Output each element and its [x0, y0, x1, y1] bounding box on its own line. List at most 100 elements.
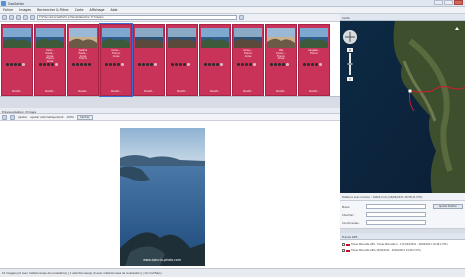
folder-path-field[interactable]: C:\France\Corse\Porto à Piana\Sélection … — [37, 15, 237, 20]
star-icon[interactable] — [51, 63, 54, 66]
sort-icon[interactable] — [30, 15, 35, 20]
rating-stars[interactable] — [204, 63, 228, 66]
auto-adjust-option[interactable]: Ajuster automatiquement — [30, 116, 63, 119]
star-icon[interactable] — [253, 63, 256, 66]
rating-stars[interactable] — [270, 63, 294, 66]
go-icon[interactable] — [239, 15, 244, 20]
star-icon[interactable] — [105, 63, 108, 66]
star-icon[interactable] — [109, 63, 112, 66]
thumbnail-item[interactable]: Galéria Haute... Corse France PanoM... — [67, 24, 99, 96]
star-icon[interactable] — [286, 63, 289, 66]
star-icon[interactable] — [212, 63, 215, 66]
star-icon[interactable] — [270, 63, 273, 66]
menu-carte[interactable]: Carte — [75, 8, 84, 12]
refresh-icon[interactable] — [9, 15, 14, 20]
search-input[interactable] — [366, 212, 426, 217]
star-icon[interactable] — [245, 63, 248, 66]
back-icon[interactable] — [2, 114, 7, 120]
star-icon[interactable] — [179, 63, 182, 66]
thumbnail-item[interactable]: Calvi... Haute... Corse France Corse Pano… — [34, 24, 66, 96]
menu-aide[interactable]: Aide — [110, 8, 117, 12]
menu-images[interactable]: Images — [19, 8, 31, 12]
rating-stars[interactable] — [39, 63, 63, 66]
thumbnail-item[interactable]: Cargèse... France PanoM... — [298, 24, 330, 96]
star-icon[interactable] — [18, 63, 21, 66]
star-icon[interactable] — [187, 63, 190, 66]
star-icon[interactable] — [22, 63, 25, 66]
rating-stars[interactable] — [303, 63, 327, 66]
gps-track-item[interactable]: Traces Manuelle GPS - Traces Manuelle 1 … — [342, 242, 463, 247]
star-icon[interactable] — [88, 63, 91, 66]
star-icon[interactable] — [315, 63, 318, 66]
menu-fichier[interactable]: Fichier — [3, 8, 13, 12]
star-icon[interactable] — [154, 63, 157, 66]
star-icon[interactable] — [241, 63, 244, 66]
rating-stars[interactable] — [105, 63, 129, 66]
star-icon[interactable] — [216, 63, 219, 66]
star-icon[interactable] — [171, 63, 174, 66]
rating-stars[interactable] — [6, 63, 30, 66]
star-icon[interactable] — [47, 63, 50, 66]
minimize-button[interactable] — [434, 0, 443, 5]
rating-stars[interactable] — [171, 63, 195, 66]
star-icon[interactable] — [121, 63, 124, 66]
star-icon[interactable] — [307, 63, 310, 66]
star-icon[interactable] — [220, 63, 223, 66]
gps-track-item[interactable]: Traces Manuelle GPS (15/04/2011 - 20/04/… — [342, 248, 463, 253]
maximize-button[interactable] — [444, 0, 453, 5]
center-button[interactable]: Centrer — [76, 114, 93, 120]
add-position-button[interactable]: Ajouter Position — [433, 204, 463, 209]
star-icon[interactable] — [175, 63, 178, 66]
star-icon[interactable] — [311, 63, 314, 66]
thumbnail-item[interactable]: PanoM... — [199, 24, 231, 96]
thumbnail-item[interactable]: PanoM... — [133, 24, 165, 96]
adjust-option[interactable]: Ajuster — [18, 116, 27, 119]
star-icon[interactable] — [6, 63, 9, 66]
coords-input[interactable] — [366, 220, 426, 225]
star-icon[interactable] — [278, 63, 281, 66]
star-icon[interactable] — [303, 63, 306, 66]
thumbnail-item[interactable]: Ota Corse-... France Corse PanoM... — [265, 24, 297, 96]
menu-rechercher[interactable]: Rechercher & Filtrer — [37, 8, 69, 12]
edit-icon[interactable] — [23, 15, 28, 20]
thumbnail-item[interactable]: PanoM... — [1, 24, 33, 96]
star-icon[interactable] — [142, 63, 145, 66]
track-checkbox[interactable] — [342, 249, 345, 252]
star-icon[interactable] — [204, 63, 207, 66]
track-checkbox[interactable] — [342, 243, 345, 246]
star-icon[interactable] — [183, 63, 186, 66]
rating-stars[interactable] — [72, 63, 96, 66]
star-icon[interactable] — [113, 63, 116, 66]
star-icon[interactable] — [10, 63, 13, 66]
satellite-map[interactable] — [340, 21, 465, 193]
star-icon[interactable] — [39, 63, 42, 66]
star-icon[interactable] — [117, 63, 120, 66]
photo-position-marker[interactable] — [407, 88, 413, 94]
star-icon[interactable] — [237, 63, 240, 66]
star-icon[interactable] — [319, 63, 322, 66]
star-icon[interactable] — [84, 63, 87, 66]
star-icon[interactable] — [208, 63, 211, 66]
save-icon[interactable] — [16, 15, 21, 20]
star-icon[interactable] — [274, 63, 277, 66]
folder-icon[interactable] — [2, 15, 7, 20]
place-input[interactable] — [366, 204, 426, 209]
menu-affichage[interactable]: Affichage — [89, 8, 104, 12]
thumbnail-item[interactable]: Corse-... France Corse PanoM... — [232, 24, 264, 96]
rating-stars[interactable] — [138, 63, 162, 66]
close-button[interactable] — [454, 0, 463, 5]
rating-stars[interactable] — [237, 63, 261, 66]
star-icon[interactable] — [150, 63, 153, 66]
star-icon[interactable] — [43, 63, 46, 66]
star-icon[interactable] — [80, 63, 83, 66]
star-icon[interactable] — [249, 63, 252, 66]
star-icon[interactable] — [146, 63, 149, 66]
star-icon[interactable] — [282, 63, 285, 66]
star-icon[interactable] — [14, 63, 17, 66]
map-view[interactable] — [340, 21, 465, 193]
thumbnail-item[interactable]: Corse-... France Corse PanoM... — [99, 23, 133, 97]
star-icon[interactable] — [72, 63, 75, 66]
star-icon[interactable] — [55, 63, 58, 66]
star-icon[interactable] — [76, 63, 79, 66]
thumbnail-item[interactable]: PanoM... — [166, 24, 198, 96]
